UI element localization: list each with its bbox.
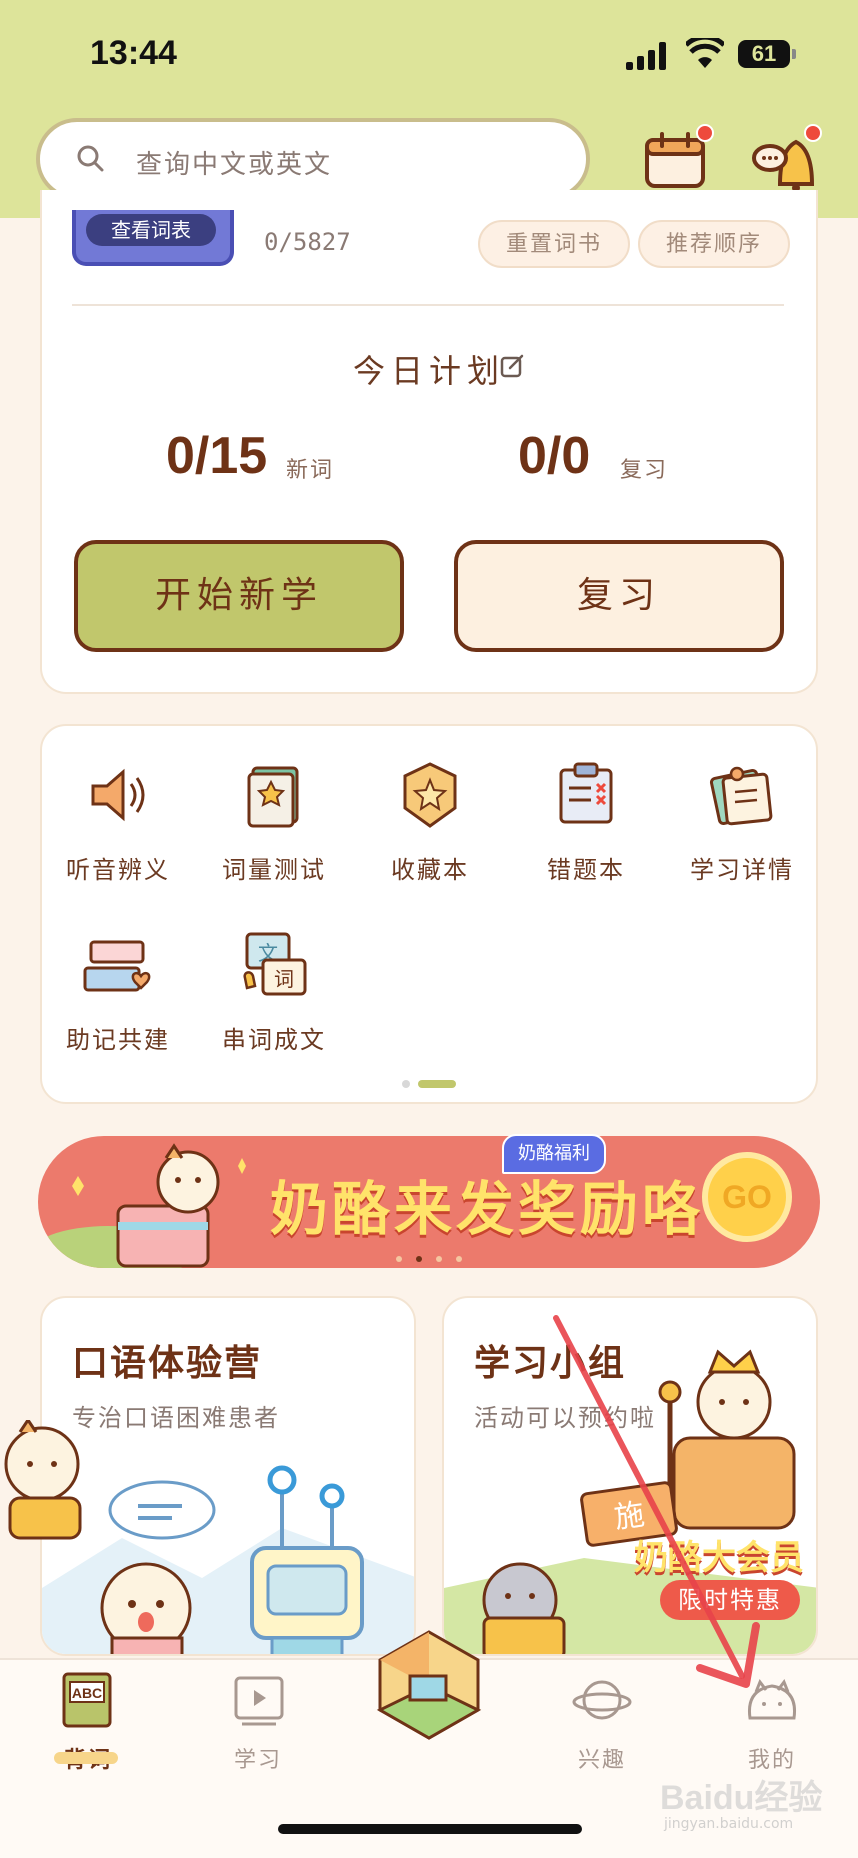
speaking-camp-card[interactable]: 口语体验营 专治口语困难患者 — [40, 1296, 416, 1656]
nav-interests[interactable]: 兴趣 — [542, 1670, 662, 1790]
notification-badge — [804, 124, 822, 142]
speaking-camp-subtitle: 专治口语困难患者 — [72, 1404, 280, 1432]
baidu-watermark: Baidu经验 — [660, 1779, 823, 1817]
notepad-icon — [709, 766, 773, 826]
wifi-icon — [686, 38, 724, 68]
planet-icon — [572, 1680, 632, 1720]
hamster-face-icon — [747, 1678, 797, 1720]
review-label: 复习 — [620, 458, 669, 483]
page-dot-active — [418, 1080, 456, 1088]
tool-label: 串词成文 — [222, 1026, 326, 1054]
cellular-signal-icon — [626, 42, 670, 70]
banner-tag: 奶酪福利 — [502, 1134, 606, 1174]
speaker-icon — [91, 768, 145, 822]
top-header: 13:44 61 查询中文或英文 — [0, 0, 858, 218]
status-time: 13:44 — [90, 34, 177, 72]
nav-memorize[interactable]: ABC 背词 — [28, 1670, 148, 1790]
new-words-label: 新词 — [286, 458, 335, 483]
abc-book-icon: ABC — [62, 1672, 112, 1728]
nav-label: 学习 — [233, 1748, 282, 1773]
calendar-icon[interactable] — [644, 132, 706, 190]
speaking-camp-title: 口语体验营 — [72, 1343, 263, 1384]
wen-ci-icon: 文 词 — [243, 932, 307, 996]
tool-favorites[interactable]: 收藏本 — [352, 760, 508, 890]
start-learning-button[interactable]: 开始新学 — [74, 540, 404, 652]
home-indicator[interactable] — [278, 1824, 582, 1834]
tool-words-to-text[interactable]: 文 词 串词成文 — [196, 930, 352, 1060]
tool-label: 词量测试 — [222, 856, 326, 884]
video-book-icon — [234, 1676, 284, 1726]
wordbook-cover[interactable]: 查看词表 — [72, 210, 234, 266]
search-icon — [77, 145, 104, 172]
clipboard-x-icon — [559, 762, 613, 824]
review-count: 0/0 — [518, 427, 591, 485]
cards-heart-icon — [83, 940, 151, 992]
plan-title: 今日计划 — [352, 352, 505, 390]
calendar-badge — [696, 124, 714, 142]
tool-listen-meaning[interactable]: 听音辨义 — [40, 760, 196, 890]
banner-go-button[interactable]: GO — [702, 1152, 792, 1242]
edit-icon[interactable] — [500, 354, 524, 378]
review-button[interactable]: 复习 — [454, 540, 784, 652]
nav-study[interactable]: 学习 — [198, 1670, 318, 1790]
tool-label: 助记共建 — [66, 1026, 170, 1054]
hamster-gift-illustration — [38, 1143, 246, 1268]
reset-book-button[interactable]: 重置词书 — [478, 220, 631, 268]
tool-mnemonic-build[interactable]: 助记共建 — [40, 930, 196, 1060]
floating-hamster-widget[interactable] — [0, 1420, 96, 1550]
robot-hamster-illustration — [42, 1465, 414, 1654]
tool-label: 错题本 — [547, 856, 625, 884]
tool-mistakes[interactable]: 错题本 — [508, 760, 664, 890]
star-badge-icon — [403, 762, 457, 828]
vip-tag: 限时特惠 — [660, 1580, 800, 1620]
banner-title: 奶酪来发奖励咯 — [270, 1175, 705, 1243]
search-input[interactable]: 查询中文或英文 — [36, 118, 590, 200]
vip-title: 奶酪大会员 — [634, 1538, 804, 1578]
tool-vocab-test[interactable]: 词量测试 — [196, 760, 352, 890]
tool-label: 学习详情 — [690, 856, 794, 884]
tool-study-details[interactable]: 学习详情 — [664, 760, 820, 890]
divider — [72, 304, 784, 306]
search-placeholder: 查询中文或英文 — [136, 150, 333, 180]
book-progress: 0/5827 — [264, 228, 351, 256]
new-words-count: 0/15 — [166, 427, 268, 485]
svg-text:词: 词 — [274, 967, 294, 991]
tool-label: 收藏本 — [391, 856, 469, 884]
battery-indicator: 61 — [738, 40, 796, 68]
baidu-watermark-url: jingyan.baidu.com — [664, 1816, 794, 1832]
abc-text: ABC — [72, 1685, 102, 1701]
nav-label: 兴趣 — [577, 1748, 626, 1773]
active-nav-underline — [54, 1752, 118, 1764]
room-house-icon[interactable] — [370, 1626, 488, 1744]
book-star-icon — [247, 766, 299, 828]
study-group-card[interactable]: 学习小组 活动可以预约啦 施 奶酪大会员 限时特惠 — [442, 1296, 818, 1656]
view-word-list-button[interactable]: 查看词表 — [86, 214, 216, 246]
tool-label: 听音辨义 — [66, 856, 170, 884]
recommended-order-button[interactable]: 推荐顺序 — [638, 220, 791, 268]
page-dot-inactive — [402, 1080, 410, 1088]
